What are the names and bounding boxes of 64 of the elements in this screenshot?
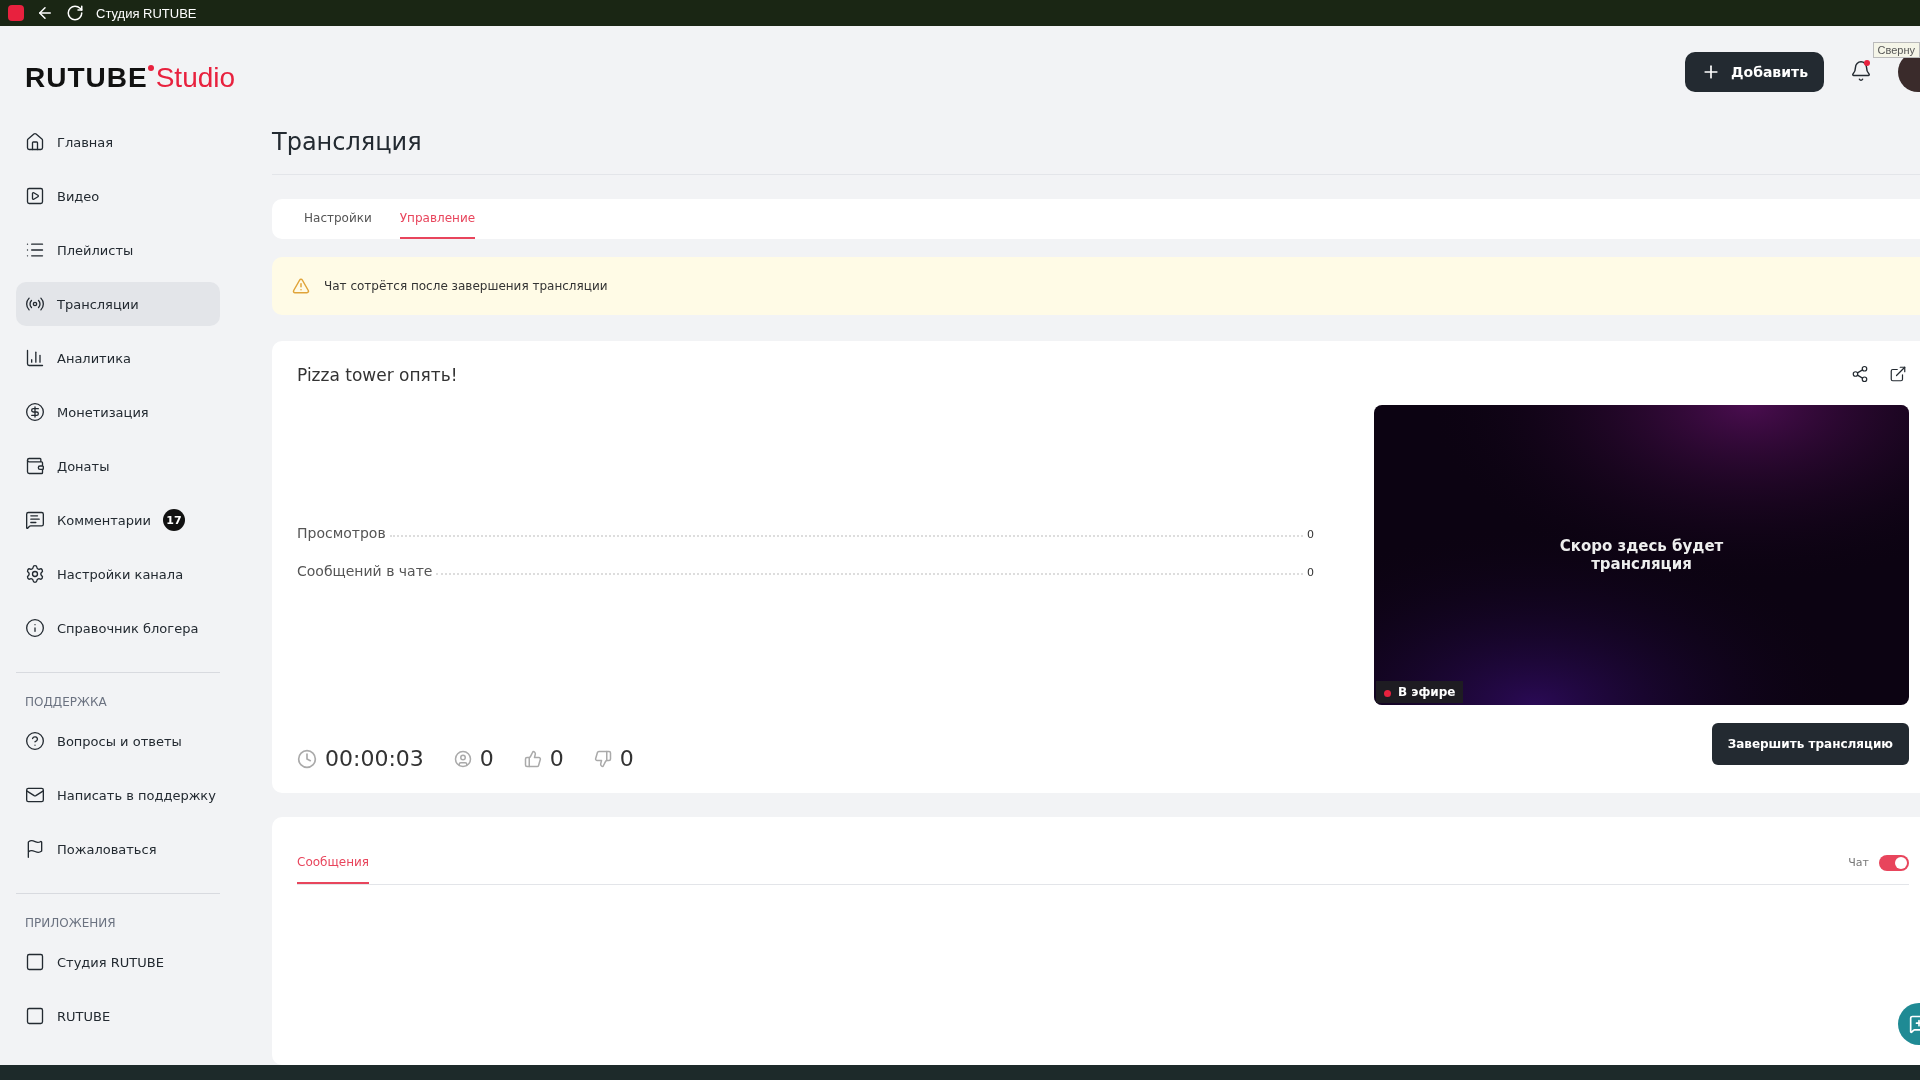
sidebar-item[interactable]: Трансляции: [16, 282, 220, 326]
viewer-count: 0: [479, 746, 494, 771]
back-icon[interactable]: [36, 4, 54, 22]
stat-value: 0: [1307, 566, 1314, 579]
sidebar-item[interactable]: Донаты: [16, 444, 220, 488]
count-badge: 17: [163, 509, 185, 531]
nav-icon: [25, 839, 45, 859]
add-button[interactable]: Добавить: [1685, 52, 1824, 92]
nav-icon: [25, 348, 45, 368]
chat-toggle[interactable]: [1879, 854, 1909, 871]
sidebar-item[interactable]: Студия RUTUBE: [16, 940, 220, 984]
share-icon[interactable]: [1851, 365, 1869, 383]
external-link-icon[interactable]: [1889, 365, 1907, 383]
nav-icon: [25, 132, 45, 152]
warning-icon: [292, 277, 310, 295]
sidebar-item[interactable]: Написать в поддержку: [16, 773, 220, 817]
nav-icon: [25, 731, 45, 751]
logo[interactable]: RUTUBE Studio: [25, 62, 272, 102]
timer: 00:00:03: [325, 746, 424, 771]
stat-label: Просмотров: [297, 525, 386, 541]
viewer-icon: [453, 749, 472, 768]
dislike-icon: [593, 749, 612, 768]
nav-icon: [25, 510, 45, 530]
end-stream-button[interactable]: Завершить трансляцию: [1711, 723, 1909, 765]
like-icon: [523, 749, 542, 768]
page-title: Трансляция: [272, 128, 1920, 175]
sidebar-item[interactable]: RUTUBE: [16, 994, 220, 1038]
tooltip: Сверну: [1872, 42, 1920, 58]
sidebar-item[interactable]: Плейлисты: [16, 228, 220, 272]
live-badge: В эфире: [1376, 681, 1464, 703]
nav-icon: [25, 785, 45, 805]
player-message: Скоро здесь будет трансляция: [1558, 537, 1725, 573]
nav-icon: [25, 402, 45, 422]
alert-text: Чат сотрётся после завершения трансляции: [324, 279, 608, 293]
sidebar-item[interactable]: Комментарии 17: [16, 498, 220, 542]
nav-icon: [25, 186, 45, 206]
nav-icon: [25, 456, 45, 476]
stat-value: 0: [1307, 528, 1314, 541]
nav-icon: [25, 618, 45, 638]
like-count: 0: [549, 746, 564, 771]
section-title: ПОДДЕРЖКА: [24, 695, 108, 709]
sidebar-item[interactable]: Настройки канала: [16, 552, 220, 596]
sidebar-item[interactable]: Видео: [16, 174, 220, 218]
sidebar-item[interactable]: Монетизация: [16, 390, 220, 434]
nav-icon: [25, 564, 45, 584]
clock-icon: [297, 748, 317, 769]
sidebar-item[interactable]: Главная: [16, 120, 220, 164]
sidebar-item[interactable]: Аналитика: [16, 336, 220, 380]
nav-icon: [25, 1006, 45, 1026]
tab[interactable]: Настройки: [304, 199, 372, 239]
sidebar-item[interactable]: Вопросы и ответы: [16, 719, 220, 763]
nav-icon: [25, 952, 45, 972]
sidebar-item[interactable]: Справочник блогера: [16, 606, 220, 650]
stat-label: Сообщений в чате: [297, 563, 433, 579]
window-title: Студия RUTUBE: [96, 5, 197, 21]
section-title: ПРИЛОЖЕНИЯ: [24, 916, 117, 930]
tab[interactable]: Сообщения: [297, 841, 369, 884]
toggle-label: Чат: [1848, 856, 1869, 869]
dislike-count: 0: [619, 746, 634, 771]
stream-title: Pizza tower опять!: [297, 365, 459, 385]
reload-icon[interactable]: [66, 4, 84, 22]
tab[interactable]: Управление: [399, 199, 476, 239]
app-icon: [8, 5, 24, 21]
sidebar-item[interactable]: Пожаловаться: [16, 827, 220, 871]
